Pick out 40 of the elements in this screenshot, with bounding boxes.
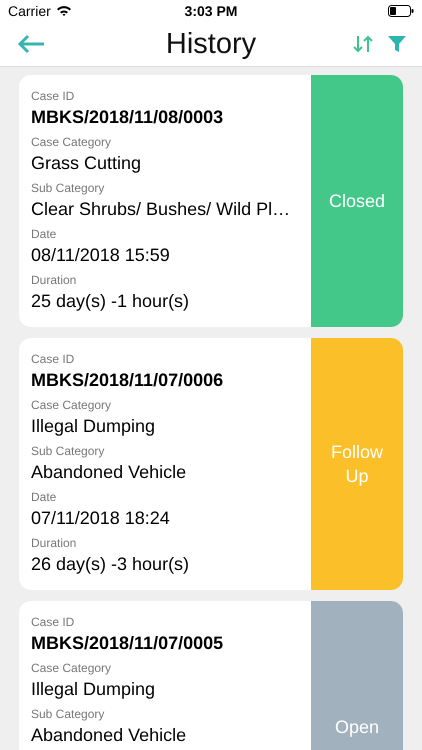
filter-button[interactable] xyxy=(388,34,406,54)
case-card[interactable]: Case ID MBKS/2018/11/07/0006 Case Category Illegal Dumping Sub Category Abandoned Vehicle Date 07/11/2018 18:24 Duration 26 day(s) -3 hour(s) Follow Up xyxy=(19,338,403,590)
field-label: Sub Category xyxy=(31,180,106,197)
field-label: Case ID xyxy=(31,351,76,368)
case-id: MBKS/2018/11/07/0005 xyxy=(31,632,224,655)
status-label: Closed xyxy=(311,75,403,327)
field-label: Duration xyxy=(31,272,78,289)
carrier-label: Carrier xyxy=(8,3,51,19)
case-id: MBKS/2018/11/08/0003 xyxy=(31,106,224,129)
field-label: Date xyxy=(31,489,58,506)
field-value: 07/11/2018 18:24 xyxy=(31,507,171,530)
field-label: Case ID xyxy=(31,88,76,105)
status-label: Follow Up xyxy=(311,338,403,590)
case-card[interactable]: Case ID MBKS/2018/11/07/0005 Case Category Illegal Dumping Sub Category Abandoned Vehicle Open xyxy=(19,601,403,750)
field-value: Grass Cutting xyxy=(31,152,142,175)
field-value: Clear Shrubs/ Bushes/ Wild Pl… xyxy=(31,198,292,221)
field-label: Duration xyxy=(31,535,78,552)
field-value: Abandoned Vehicle xyxy=(31,724,188,747)
status-label: Open xyxy=(311,601,403,750)
clock-time: 3:03 PM xyxy=(184,3,238,19)
case-card[interactable]: Case ID MBKS/2018/11/08/0003 Case Category Grass Cutting Sub Category Clear Shrubs/ Bushes/ Wild Pl… Date 08/11/2018 15:59 Duration 25 day(s) -1 hour(s) Closed xyxy=(19,75,403,327)
battery-icon xyxy=(388,5,414,17)
field-label: Case ID xyxy=(31,614,76,631)
case-id: MBKS/2018/11/07/0006 xyxy=(31,369,224,392)
field-label: Case Category xyxy=(31,134,112,151)
field-value: 08/11/2018 15:59 xyxy=(31,244,171,267)
wifi-icon xyxy=(56,5,72,17)
field-value: Abandoned Vehicle xyxy=(31,461,188,484)
field-value: 25 day(s) -1 hour(s) xyxy=(31,290,190,313)
field-value: 26 day(s) -3 hour(s) xyxy=(31,553,190,576)
field-label: Case Category xyxy=(31,660,112,677)
field-label: Case Category xyxy=(31,397,112,414)
page-title: History xyxy=(166,28,256,60)
field-label: Sub Category xyxy=(31,706,106,723)
field-value: Illegal Dumping xyxy=(31,415,156,438)
back-button[interactable] xyxy=(16,34,46,54)
sort-button[interactable] xyxy=(352,34,374,54)
field-label: Date xyxy=(31,226,58,243)
field-label: Sub Category xyxy=(31,443,106,460)
field-value: Illegal Dumping xyxy=(31,678,156,701)
